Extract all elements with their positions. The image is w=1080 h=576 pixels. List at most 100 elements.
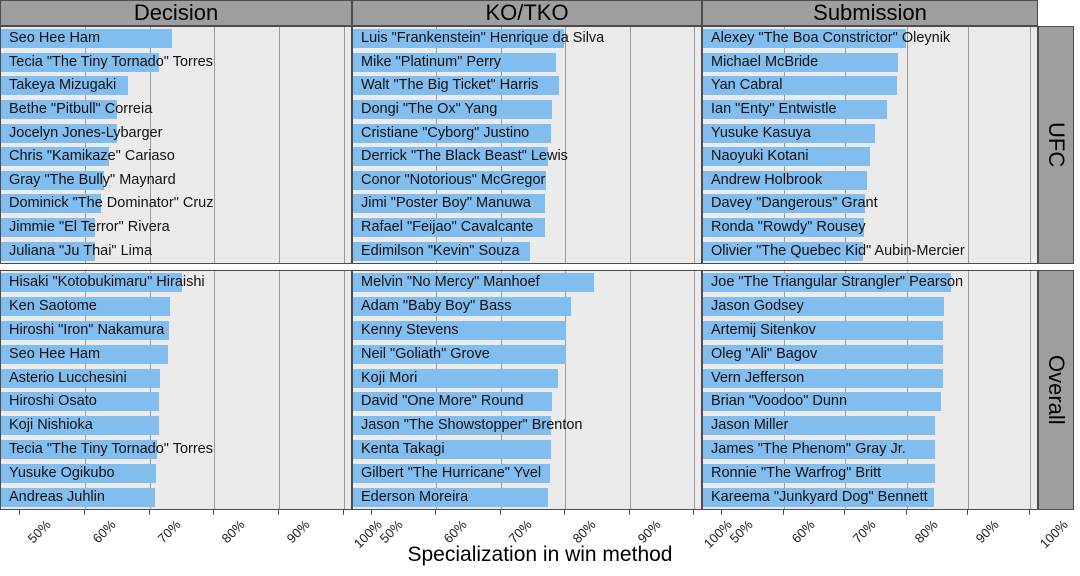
bar-row: Hisaki "Kotobukimaru" Hiraishi [1,273,351,293]
bar-row: Jason Godsey [703,297,1037,317]
bar-label: David "One More" Round [361,393,524,410]
bar-label: Brian "Voodoo" Dunn [711,393,848,410]
x-tick-label: 50% [726,517,756,547]
facet-col-kotko-ufc: KO/TKO Luis "Frankenstein" Henrique da S… [352,0,702,264]
panel-kotko-overall: Melvin "No Mercy" Manhoef Adam "Baby Boy"… [352,270,702,510]
x-tick [967,510,969,515]
bar-row: Dongi "The Ox" Yang [353,100,701,120]
bar-label: Olivier "The Quebec Kid" Aubin-Mercier [711,242,965,259]
bar-row: Seo Hee Ham [1,344,351,364]
axis-title: Specialization in win method [407,543,673,566]
x-tick [19,510,20,515]
bar-row: David "One More" Round [353,392,701,412]
bar-label: Seo Hee Ham [9,30,101,47]
bar-label: Koji Nishioka [9,417,93,434]
x-tick [844,510,846,515]
bar-row: Jason Miller [703,416,1037,436]
x-tick-label: 70% [505,517,535,547]
bar-row: Kenta Takagi [353,439,701,459]
bar-row: Seo Hee Ham [1,29,351,49]
bar-label: Davey "Dangerous" Grant [711,195,878,212]
bar-rows: Seo Hee Ham Tecia "The Tiny Tornado" Torr… [1,27,351,263]
bar-row: Hiroshi "Iron" Nakamura [1,320,351,340]
bar-row: Ronnie "The Warfrog" Britt [703,463,1037,483]
bar-label: Jocelyn Jones-Lybarger [9,124,163,141]
bar-label: Yusuke Kasuya [711,124,811,141]
strip-label-decision: Decision [0,0,352,26]
strip-label-ufc-text: UFC [1044,122,1069,168]
bar-label: Hiroshi Osato [9,393,97,410]
x-tick-label: 80% [219,517,249,547]
bar-label: Jason Miller [711,417,789,434]
bar-label: Koji Mori [361,369,418,386]
panel-submission-overall: Joe "The Triangular Strangler" Pearson Ja… [702,270,1038,510]
x-tick [278,510,280,515]
bar-row: Vern Jefferson [703,368,1037,388]
bar-row: Olivier "The Quebec Kid" Aubin-Mercier [703,241,1037,261]
bar-label: Kenny Stevens [361,321,459,338]
x-tick [564,510,566,515]
bar-row: Hiroshi Osato [1,392,351,412]
x-tick [435,510,437,515]
bar-row: Naoyuki Kotani [703,147,1037,167]
bar-label: Andreas Juhlin [9,488,105,505]
bar-label: Ederson Moreira [361,488,469,505]
x-axis-submission: 50% 60% 70% 80% 90% 100% [702,510,1071,551]
bar-rows: Joe "The Triangular Strangler" Pearson Ja… [703,271,1037,509]
strip-label-overall-text: Overall [1044,355,1069,425]
bar-label: Hiroshi "Iron" Nakamura [9,321,165,338]
bar-row: Rafael "Feijao" Cavalcante [353,218,701,238]
bar-row: Derrick "The Black Beast" Lewis [353,147,701,167]
bar-row: Tecia "The Tiny Tornado" Torres [1,439,351,459]
bar-row: Yusuke Ogikubo [1,463,351,483]
x-tick [782,510,784,515]
bar-label: Chris "Kamikaze" Cariaso [9,148,175,165]
panel-kotko-ufc: Luis "Frankenstein" Henrique da Silva Mik… [352,26,702,264]
bar-row: Takeya Mizugaki [1,76,351,96]
x-tick-label: 60% [788,517,818,547]
strip-label-submission: Submission [702,0,1038,26]
bar-row: Ederson Moreira [353,487,701,507]
bar-label: Cristiane "Cyborg" Justino [361,124,530,141]
bar-label: Gray "The Bully" Maynard [9,171,176,188]
bar-row: Chris "Kamikaze" Cariaso [1,147,351,167]
x-tick-label: 90% [283,517,313,547]
strip-label-overall: Overall [1038,270,1074,510]
bar-label: Adam "Baby Boy" Bass [361,298,512,315]
bar-row: Conor "Notorious" McGregor [353,170,701,190]
x-tick-label: 60% [441,517,471,547]
facet-col-decision-overall: Hisaki "Kotobukimaru" Hiraishi Ken Saotom… [0,270,352,510]
bar-row: Kenny Stevens [353,320,701,340]
bar-row: Bethe "Pitbull" Correia [1,100,351,120]
bar-row: Kareema "Junkyard Dog" Bennett [703,487,1037,507]
bar-label: Tecia "The Tiny Tornado" Torres [9,53,213,70]
bar-label: Andrew Holbrook [711,171,823,188]
x-tick [83,510,85,515]
bar-label: Tecia "The Tiny Tornado" Torres [9,440,213,457]
bar-row: Dominick "The Dominator" Cruz [1,194,351,214]
bar-label: Oleg "Ali" Bagov [711,345,818,362]
bar-label: Juliana "Ju Thai" Lima [9,242,153,259]
bar-row: Gray "The Bully" Maynard [1,170,351,190]
panel-submission-ufc: Alexey "The Boa Constrictor" Oleynik Mich… [702,26,1038,264]
bar-label: Rafael "Feijao" Cavalcante [361,219,534,236]
bar-label: Derrick "The Black Beast" Lewis [361,148,568,165]
x-tick [693,510,694,515]
x-tick [343,510,344,515]
facet-col-kotko-overall: Melvin "No Mercy" Manhoef Adam "Baby Boy"… [352,270,702,510]
bar-row: Juliana "Ju Thai" Lima [1,241,351,261]
bar-row: Davey "Dangerous" Grant [703,194,1037,214]
bar-row: Ronda "Rowdy" Rousey [703,218,1037,238]
bar-label: Asterio Lucchesini [9,369,127,386]
bar-label: Melvin "No Mercy" Manhoef [361,274,540,291]
x-tick-label: 70% [849,517,879,547]
bar-label: Bethe "Pitbull" Correia [9,101,153,118]
x-tick [628,510,630,515]
bar-row: Neil "Goliath" Grove [353,344,701,364]
bar-rows: Luis "Frankenstein" Henrique da Silva Mik… [353,27,701,263]
bar-row: Artemij Sitenkov [703,320,1037,340]
bar-label: Naoyuki Kotani [711,148,809,165]
bar-label: Joe "The Triangular Strangler" Pearson [711,274,964,291]
bar-row: Oleg "Ali" Bagov [703,344,1037,364]
bar-label: Dongi "The Ox" Yang [361,101,498,118]
